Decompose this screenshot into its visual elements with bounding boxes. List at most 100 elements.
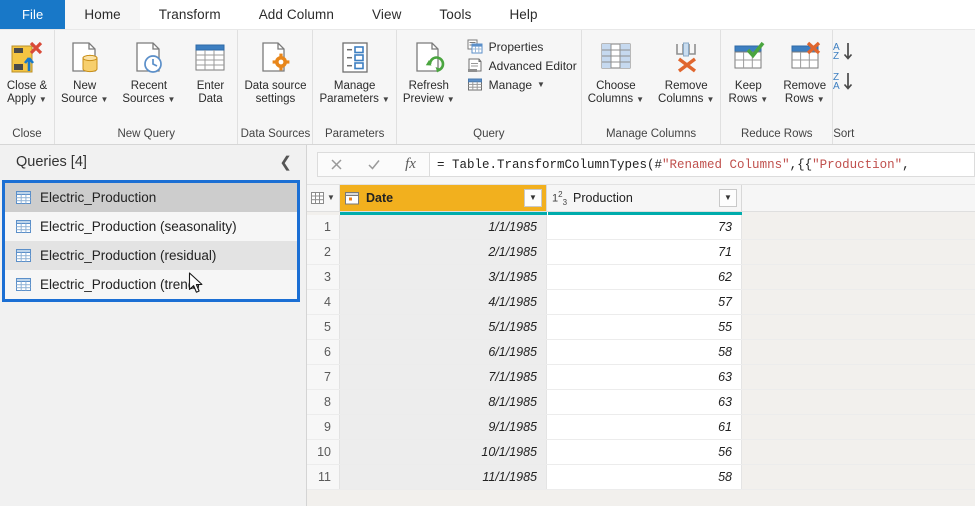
- cell-production[interactable]: 56: [547, 440, 742, 464]
- ribbon-group-label: Manage Columns: [605, 128, 697, 140]
- ribbon-button-choose-columns[interactable]: Choose Columns ▼: [582, 35, 650, 106]
- table-row[interactable]: 1 1/1/1985 73: [307, 215, 975, 240]
- power-query-editor-window: File Home Transform Add Column View Tools Help…: [0, 0, 975, 506]
- ribbon-button-new-source[interactable]: New Source ▼: [55, 35, 114, 106]
- column-header-production[interactable]: 123 Production ▼: [547, 185, 742, 211]
- ribbon-small-button-column: Properties Advanced Editor Manage ▼: [463, 35, 581, 93]
- ribbon-button-remove-columns[interactable]: Remove Columns ▼: [652, 35, 720, 106]
- table-row[interactable]: 11 11/1/1985 58: [307, 465, 975, 490]
- table-row[interactable]: 6 6/1/1985 58: [307, 340, 975, 365]
- ribbon: Close & Apply ▼ Close New Source ▼ Recent S…: [0, 30, 975, 145]
- chevron-down-icon[interactable]: ▼: [760, 95, 768, 104]
- close-and-apply-icon: [9, 37, 45, 79]
- cell-production[interactable]: 73: [547, 215, 742, 239]
- cell-date[interactable]: 10/1/1985: [340, 440, 547, 464]
- tab-help[interactable]: Help: [490, 0, 556, 29]
- tab-file[interactable]: File: [0, 0, 66, 29]
- select-all-icon[interactable]: ▼: [307, 185, 340, 211]
- cell-date[interactable]: 4/1/1985: [340, 290, 547, 314]
- table-row[interactable]: 4 4/1/1985 57: [307, 290, 975, 315]
- column-header-production-dropdown[interactable]: ▼: [719, 189, 737, 207]
- tab-view[interactable]: View: [353, 0, 420, 29]
- chevron-down-icon[interactable]: ▼: [39, 95, 47, 104]
- ribbon-button-label: Close & Apply ▼: [6, 80, 48, 105]
- column-header-date-dropdown[interactable]: ▼: [524, 189, 542, 207]
- cell-date[interactable]: 5/1/1985: [340, 315, 547, 339]
- cell-date[interactable]: 7/1/1985: [340, 365, 547, 389]
- cell-date[interactable]: 6/1/1985: [340, 340, 547, 364]
- cell-production[interactable]: 62: [547, 265, 742, 289]
- table-icon: [16, 249, 31, 262]
- ribbon-group-label: Query: [473, 128, 505, 140]
- cell-date[interactable]: 3/1/1985: [340, 265, 547, 289]
- table-row[interactable]: 10 10/1/1985 56: [307, 440, 975, 465]
- column-header-date[interactable]: Date ▼: [340, 185, 547, 211]
- chevron-down-icon[interactable]: ▼: [636, 95, 644, 104]
- table-row[interactable]: 7 7/1/1985 63: [307, 365, 975, 390]
- cell-production[interactable]: 57: [547, 290, 742, 314]
- chevron-down-icon[interactable]: ▼: [100, 95, 108, 104]
- cell-production[interactable]: 58: [547, 465, 742, 489]
- row-number: 5: [307, 315, 340, 339]
- ribbon-button-properties[interactable]: Properties: [463, 38, 581, 55]
- check-icon[interactable]: [355, 153, 392, 176]
- ribbon-button-manage[interactable]: Manage ▼: [463, 76, 581, 93]
- tab-transform[interactable]: Transform: [140, 0, 240, 29]
- ribbon-button-close-apply[interactable]: Close & Apply ▼: [0, 35, 54, 106]
- chevron-down-icon[interactable]: ▼: [706, 95, 714, 104]
- ribbon-button-refresh-preview[interactable]: Refresh Preview ▼: [397, 35, 461, 106]
- query-list-item[interactable]: Electric_Production (residual): [5, 241, 297, 270]
- query-list-item[interactable]: Electric_Production (seasonality): [5, 212, 297, 241]
- table-row[interactable]: 8 8/1/1985 63: [307, 390, 975, 415]
- chevron-down-icon[interactable]: ▼: [447, 95, 455, 104]
- cell-production[interactable]: 63: [547, 390, 742, 414]
- table-row[interactable]: 9 9/1/1985 61: [307, 415, 975, 440]
- cell-date[interactable]: 8/1/1985: [340, 390, 547, 414]
- close-icon[interactable]: [318, 153, 355, 176]
- refresh-preview-icon: [416, 42, 445, 73]
- cell-production[interactable]: 58: [547, 340, 742, 364]
- table-row[interactable]: 2 2/1/1985 71: [307, 240, 975, 265]
- cell-date[interactable]: 11/1/1985: [340, 465, 547, 489]
- query-list-item[interactable]: Electric_Production (trend): [5, 270, 297, 299]
- chevron-down-icon[interactable]: ▼: [537, 80, 545, 89]
- chevron-down-icon[interactable]: ▼: [382, 95, 390, 104]
- ribbon-button-remove-rows[interactable]: Remove Rows ▼: [777, 35, 832, 106]
- formula-input[interactable]: = Table.TransformColumnTypes(# "Renamed C…: [429, 152, 975, 177]
- tab-add-column[interactable]: Add Column: [240, 0, 353, 29]
- cell-date[interactable]: 1/1/1985: [340, 215, 547, 239]
- cell-date[interactable]: 9/1/1985: [340, 415, 547, 439]
- close-and-apply-icon: [11, 41, 43, 73]
- ribbon-button-keep-rows[interactable]: Keep Rows ▼: [721, 35, 775, 106]
- ribbon-button-label: Remove Rows ▼: [783, 80, 827, 105]
- cell-production[interactable]: 71: [547, 240, 742, 264]
- ribbon-button-sort-ascending[interactable]: A Z: [833, 41, 854, 67]
- ribbon-button-advanced-editor[interactable]: Advanced Editor: [463, 57, 581, 74]
- function-icon[interactable]: fx: [392, 153, 429, 176]
- cell-production[interactable]: 55: [547, 315, 742, 339]
- ribbon-button-recent-sources[interactable]: Recent Sources ▼: [116, 35, 181, 106]
- manage-parameters-icon: [342, 42, 368, 73]
- select-all-caret-icon[interactable]: ▼: [327, 194, 335, 202]
- query-list-item[interactable]: Electric_Production: [5, 183, 297, 212]
- cell-date[interactable]: 2/1/1985: [340, 240, 547, 264]
- ribbon-button-label: New Source ▼: [61, 80, 109, 105]
- ribbon-button-sort-descending[interactable]: Z A: [833, 71, 854, 97]
- row-number: 4: [307, 290, 340, 314]
- ribbon-button-data-source-settings[interactable]: Data source settings: [238, 35, 312, 106]
- table-row[interactable]: 5 5/1/1985 55: [307, 315, 975, 340]
- tab-tools[interactable]: Tools: [420, 0, 490, 29]
- table-row[interactable]: 3 3/1/1985 62: [307, 265, 975, 290]
- cell-production[interactable]: 63: [547, 365, 742, 389]
- data-preview-pane: fx = Table.TransformColumnTypes(# "Rename…: [307, 145, 975, 506]
- ribbon-group-close: Close & Apply ▼ Close: [0, 30, 55, 144]
- chevron-down-icon[interactable]: ▼: [168, 95, 176, 104]
- chevron-left-icon[interactable]: ❮: [279, 153, 292, 171]
- tab-home[interactable]: Home: [65, 0, 140, 29]
- ribbon-button-enter-data[interactable]: Enter Data: [183, 35, 237, 106]
- chevron-down-icon[interactable]: ▼: [817, 95, 825, 104]
- ribbon-button-manage-parameters[interactable]: Manage Parameters ▼: [313, 35, 395, 106]
- cell-production[interactable]: 61: [547, 415, 742, 439]
- main-area: Queries [4] ❮ Electric_Production Electr…: [0, 145, 975, 506]
- formula-bar: fx = Table.TransformColumnTypes(# "Rename…: [307, 145, 975, 185]
